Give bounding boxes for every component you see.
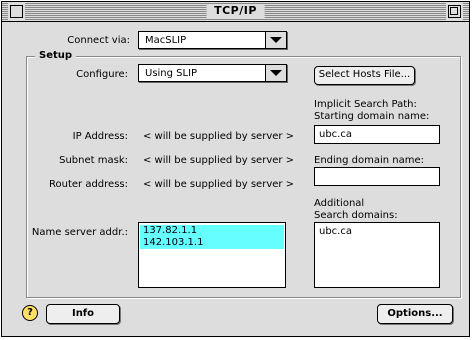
setup-label: Setup xyxy=(35,49,77,62)
starting-domain-field[interactable]: ubc.ca xyxy=(314,125,440,144)
name-server-label: Name server addr.: xyxy=(31,227,128,238)
chevron-down-icon xyxy=(265,32,286,48)
connect-via-popup[interactable]: MacSLIP xyxy=(138,31,287,49)
configure-value: Using SLIP xyxy=(145,68,198,79)
ip-address-label: IP Address: xyxy=(72,131,128,142)
help-icon[interactable]: ? xyxy=(22,305,38,321)
router-address-label: Router address: xyxy=(49,179,128,190)
additional-domains-list[interactable]: ubc.ca xyxy=(314,222,440,288)
tcpip-window: TCP/IP Connect via: MacSLIP Setup Config… xyxy=(1,1,470,337)
connect-via-label: Connect via: xyxy=(67,35,130,46)
ip-address-value: < will be supplied by server > xyxy=(143,131,295,142)
subnet-mask-value: < will be supplied by server > xyxy=(143,155,295,166)
search-domains-label: Search domains: xyxy=(314,210,398,221)
connect-via-value: MacSLIP xyxy=(145,35,187,46)
list-item[interactable]: 137.82.1.1 xyxy=(140,225,284,237)
title-bar[interactable]: TCP/IP xyxy=(2,2,469,22)
subnet-mask-label: Subnet mask: xyxy=(59,155,128,166)
options-button[interactable]: Options... xyxy=(377,304,453,324)
list-item[interactable]: ubc.ca xyxy=(316,226,438,238)
close-box-icon[interactable] xyxy=(10,5,23,18)
zoom-box-icon[interactable] xyxy=(448,5,461,18)
ending-domain-label: Ending domain name: xyxy=(314,155,425,166)
chevron-down-icon xyxy=(265,65,286,81)
ending-domain-field[interactable] xyxy=(314,167,440,186)
list-item[interactable]: 142.103.1.1 xyxy=(140,237,284,249)
select-hosts-file-button[interactable]: Select Hosts File... xyxy=(314,66,415,85)
starting-domain-label: Starting domain name: xyxy=(314,111,430,122)
info-button[interactable]: Info xyxy=(46,304,120,324)
window-title: TCP/IP xyxy=(206,4,265,18)
configure-label: Configure: xyxy=(76,69,128,80)
name-server-list[interactable]: 137.82.1.1 142.103.1.1 xyxy=(138,222,286,288)
configure-popup[interactable]: Using SLIP xyxy=(138,64,287,82)
starting-domain-value: ubc.ca xyxy=(319,129,352,140)
router-address-value: < will be supplied by server > xyxy=(143,179,295,190)
